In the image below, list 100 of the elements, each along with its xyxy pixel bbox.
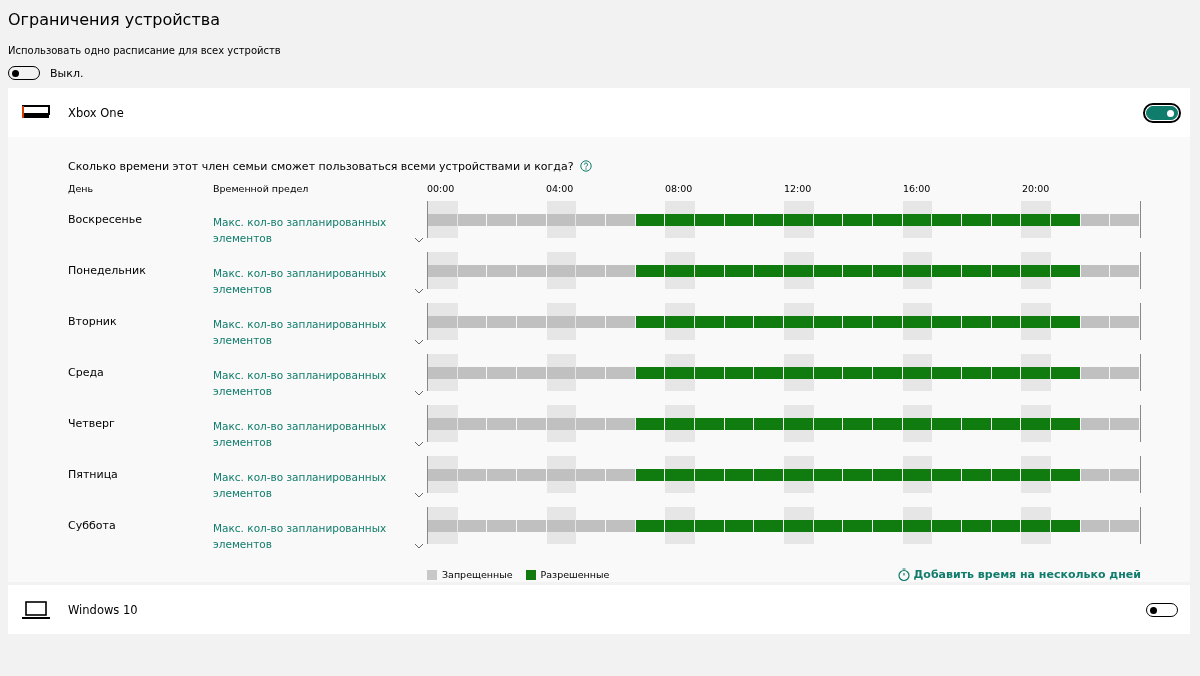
allowed-slot[interactable]: [784, 519, 813, 532]
allowed-slot[interactable]: [665, 519, 695, 532]
allowed-slot[interactable]: [813, 366, 843, 379]
allowed-slot[interactable]: [902, 264, 932, 277]
allowed-slot[interactable]: [843, 417, 873, 430]
allowed-slot[interactable]: [902, 468, 932, 481]
allowed-slot[interactable]: [635, 417, 665, 430]
allowed-slot[interactable]: [1021, 468, 1051, 481]
time-limit-dropdown[interactable]: Макс. кол-во запланированных элементов: [213, 507, 427, 552]
allowed-slot[interactable]: [962, 315, 991, 328]
allowed-slot[interactable]: [754, 315, 784, 328]
allowed-slot[interactable]: [635, 213, 665, 226]
allowed-slot[interactable]: [724, 315, 754, 328]
allowed-slot[interactable]: [991, 213, 1021, 226]
allowed-slot[interactable]: [754, 417, 784, 430]
allowed-slot[interactable]: [873, 519, 902, 532]
allowed-slot[interactable]: [932, 519, 962, 532]
allowed-slot[interactable]: [665, 468, 695, 481]
allowed-slot[interactable]: [1051, 366, 1080, 379]
allowed-slot[interactable]: [932, 366, 962, 379]
allowed-slot[interactable]: [932, 468, 962, 481]
allowed-slot[interactable]: [962, 519, 991, 532]
allowed-slot[interactable]: [962, 417, 991, 430]
allowed-slot[interactable]: [754, 264, 784, 277]
allowed-slot[interactable]: [932, 213, 962, 226]
allowed-slot[interactable]: [1021, 417, 1051, 430]
allowed-slot[interactable]: [665, 366, 695, 379]
allowed-slot[interactable]: [813, 264, 843, 277]
allowed-slot[interactable]: [695, 213, 724, 226]
allowed-slot[interactable]: [695, 264, 724, 277]
allowed-slot[interactable]: [902, 315, 932, 328]
allowed-slot[interactable]: [902, 366, 932, 379]
allowed-slot[interactable]: [902, 519, 932, 532]
allowed-slot[interactable]: [754, 468, 784, 481]
allowed-slot[interactable]: [784, 468, 813, 481]
allowed-slot[interactable]: [991, 264, 1021, 277]
allowed-slot[interactable]: [873, 366, 902, 379]
allowed-slot[interactable]: [754, 366, 784, 379]
allowed-slot[interactable]: [665, 315, 695, 328]
allowed-slot[interactable]: [843, 264, 873, 277]
allowed-slot[interactable]: [635, 468, 665, 481]
allowed-slot[interactable]: [635, 315, 665, 328]
allowed-slot[interactable]: [843, 468, 873, 481]
allowed-slot[interactable]: [754, 519, 784, 532]
allowed-slot[interactable]: [1021, 264, 1051, 277]
allowed-slot[interactable]: [724, 417, 754, 430]
allowed-slot[interactable]: [784, 417, 813, 430]
allowed-slot[interactable]: [695, 468, 724, 481]
allowed-slot[interactable]: [724, 468, 754, 481]
allowed-slot[interactable]: [695, 519, 724, 532]
allowed-slot[interactable]: [932, 315, 962, 328]
allowed-slot[interactable]: [932, 417, 962, 430]
allowed-slot[interactable]: [695, 417, 724, 430]
allowed-slot[interactable]: [1021, 366, 1051, 379]
allowed-slot[interactable]: [1051, 519, 1080, 532]
allowed-slot[interactable]: [813, 315, 843, 328]
allowed-slot[interactable]: [991, 366, 1021, 379]
allowed-slot[interactable]: [813, 417, 843, 430]
allowed-slot[interactable]: [962, 264, 991, 277]
allowed-slot[interactable]: [784, 315, 813, 328]
allowed-slot[interactable]: [665, 417, 695, 430]
allowed-slot[interactable]: [1051, 468, 1080, 481]
allowed-slot[interactable]: [991, 315, 1021, 328]
allowed-slot[interactable]: [724, 366, 754, 379]
allowed-slot[interactable]: [695, 366, 724, 379]
allowed-slot[interactable]: [784, 264, 813, 277]
allowed-slot[interactable]: [843, 519, 873, 532]
allowed-slot[interactable]: [932, 264, 962, 277]
allowed-slot[interactable]: [635, 519, 665, 532]
allowed-slot[interactable]: [962, 213, 991, 226]
allowed-slot[interactable]: [784, 213, 813, 226]
allowed-slot[interactable]: [873, 213, 902, 226]
allowed-slot[interactable]: [813, 519, 843, 532]
allowed-slot[interactable]: [1051, 264, 1080, 277]
allowed-slot[interactable]: [991, 519, 1021, 532]
add-time-link[interactable]: Добавить время на несколько дней: [897, 568, 1141, 581]
allowed-slot[interactable]: [873, 417, 902, 430]
allowed-slot[interactable]: [1021, 213, 1051, 226]
allowed-slot[interactable]: [991, 417, 1021, 430]
allowed-slot[interactable]: [843, 315, 873, 328]
allowed-slot[interactable]: [784, 366, 813, 379]
allowed-slot[interactable]: [1051, 213, 1080, 226]
allowed-slot[interactable]: [873, 264, 902, 277]
allowed-slot[interactable]: [813, 213, 843, 226]
allowed-slot[interactable]: [873, 315, 902, 328]
allowed-slot[interactable]: [991, 468, 1021, 481]
allowed-slot[interactable]: [873, 468, 902, 481]
time-limit-dropdown[interactable]: Макс. кол-во запланированных элементов: [213, 252, 427, 297]
allowed-slot[interactable]: [754, 213, 784, 226]
allowed-slot[interactable]: [695, 315, 724, 328]
allowed-slot[interactable]: [1051, 417, 1080, 430]
time-limit-dropdown[interactable]: Макс. кол-во запланированных элементов: [213, 405, 427, 450]
allowed-slot[interactable]: [724, 519, 754, 532]
allowed-slot[interactable]: [724, 264, 754, 277]
allowed-slot[interactable]: [635, 264, 665, 277]
allowed-slot[interactable]: [724, 213, 754, 226]
toggle-switch[interactable]: [1146, 105, 1178, 120]
allowed-slot[interactable]: [635, 366, 665, 379]
time-limit-dropdown[interactable]: Макс. кол-во запланированных элементов: [213, 354, 427, 399]
allowed-slot[interactable]: [902, 213, 932, 226]
